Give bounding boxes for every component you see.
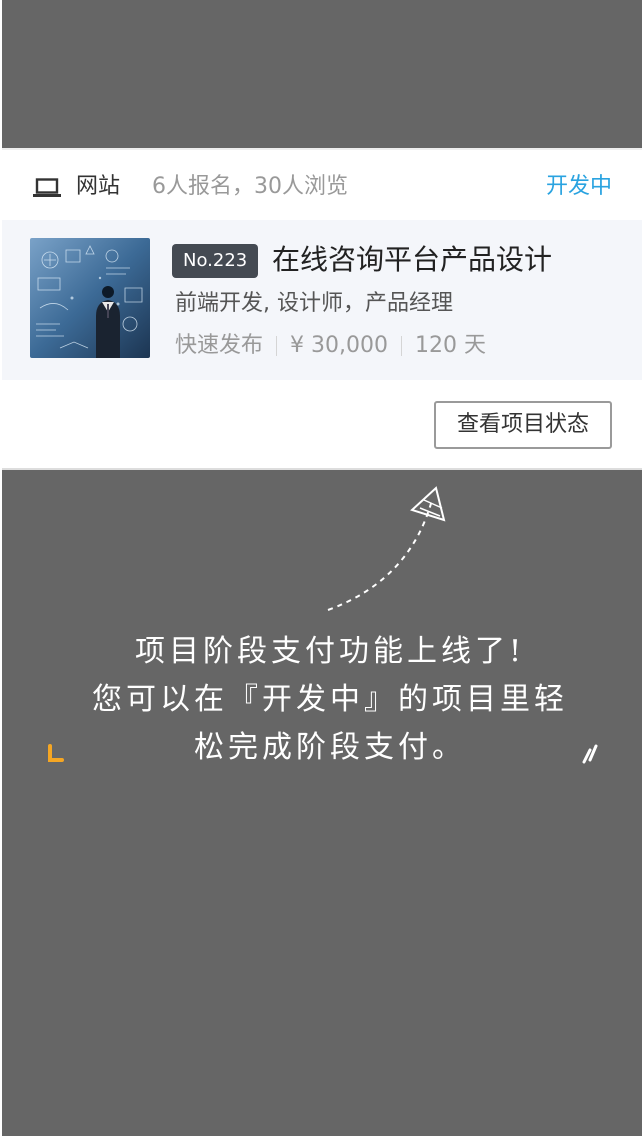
meta-divider (276, 336, 278, 356)
laptop-icon (33, 178, 61, 197)
card-header: 网站 6人报名，30人浏览 开发中 (2, 150, 642, 222)
project-number-badge: No.223 (172, 244, 259, 278)
publish-type: 快速发布 (175, 333, 264, 358)
project-thumbnail (30, 238, 150, 358)
announcement-line-2: 您可以在『开发中』的项目里轻 (92, 682, 568, 717)
project-title[interactable]: 在线咨询平台产品设计 (272, 240, 552, 280)
announcement-line-1: 项目阶段支付功能上线了! (134, 634, 526, 669)
project-card[interactable]: 网站 6人报名，30人浏览 开发中 No.223 在线咨询平台产品设计 前端开发… (2, 148, 642, 470)
status-label: 开发中 (545, 174, 612, 199)
meta-divider (400, 336, 402, 356)
category-label: 网站 (76, 174, 121, 199)
signup-stats: 6人报名，30人浏览 (152, 174, 348, 199)
view-project-status-button[interactable]: 查看项目状态 (434, 401, 612, 449)
project-roles: 前端开发, 设计师，产品经理 (175, 291, 453, 316)
dashed-arrow-icon (327, 499, 433, 611)
project-summary[interactable]: No.223 在线咨询平台产品设计 前端开发, 设计师，产品经理 快速发布 ¥ … (2, 220, 642, 380)
project-duration: 120 天 (414, 333, 486, 358)
project-price: ¥ 30,000 (290, 333, 388, 358)
announcement-line-3: 松完成阶段支付。 (194, 730, 466, 765)
announcement-text: 项目阶段支付功能上线了! 您可以在『开发中』的项目里轻 松完成阶段支付。 (30, 628, 630, 772)
project-meta: 快速发布 ¥ 30,000 120 天 (175, 330, 486, 362)
